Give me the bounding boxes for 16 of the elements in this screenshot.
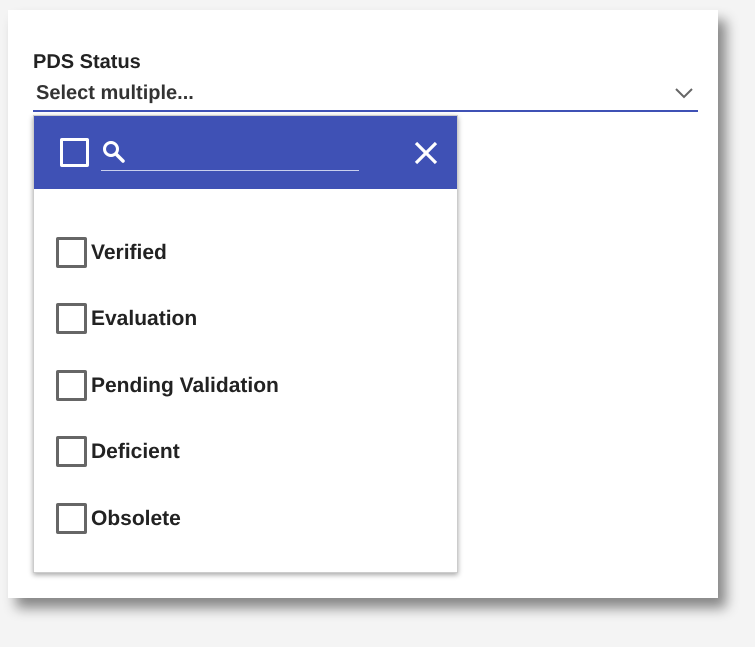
option-checkbox[interactable]	[56, 436, 87, 468]
option-checkbox[interactable]	[56, 303, 87, 334]
option-label[interactable]: Deficient	[91, 418, 180, 485]
option-label[interactable]: Verified	[91, 219, 167, 286]
option-checkbox[interactable]	[56, 236, 87, 268]
option-label[interactable]: Pending Validation	[91, 352, 279, 418]
option-checkbox[interactable]	[56, 370, 87, 401]
search-icon	[101, 139, 127, 165]
option-label[interactable]: Obsolete	[91, 485, 181, 552]
close-button[interactable]	[413, 140, 439, 166]
select-field[interactable]: Select multiple...	[33, 74, 698, 112]
field-label: PDS Status	[33, 50, 142, 74]
chevron-down-icon	[674, 86, 694, 100]
option-checkbox[interactable]	[56, 502, 87, 534]
select-all-checkbox[interactable]	[60, 138, 89, 167]
option-label[interactable]: Evaluation	[91, 286, 198, 352]
